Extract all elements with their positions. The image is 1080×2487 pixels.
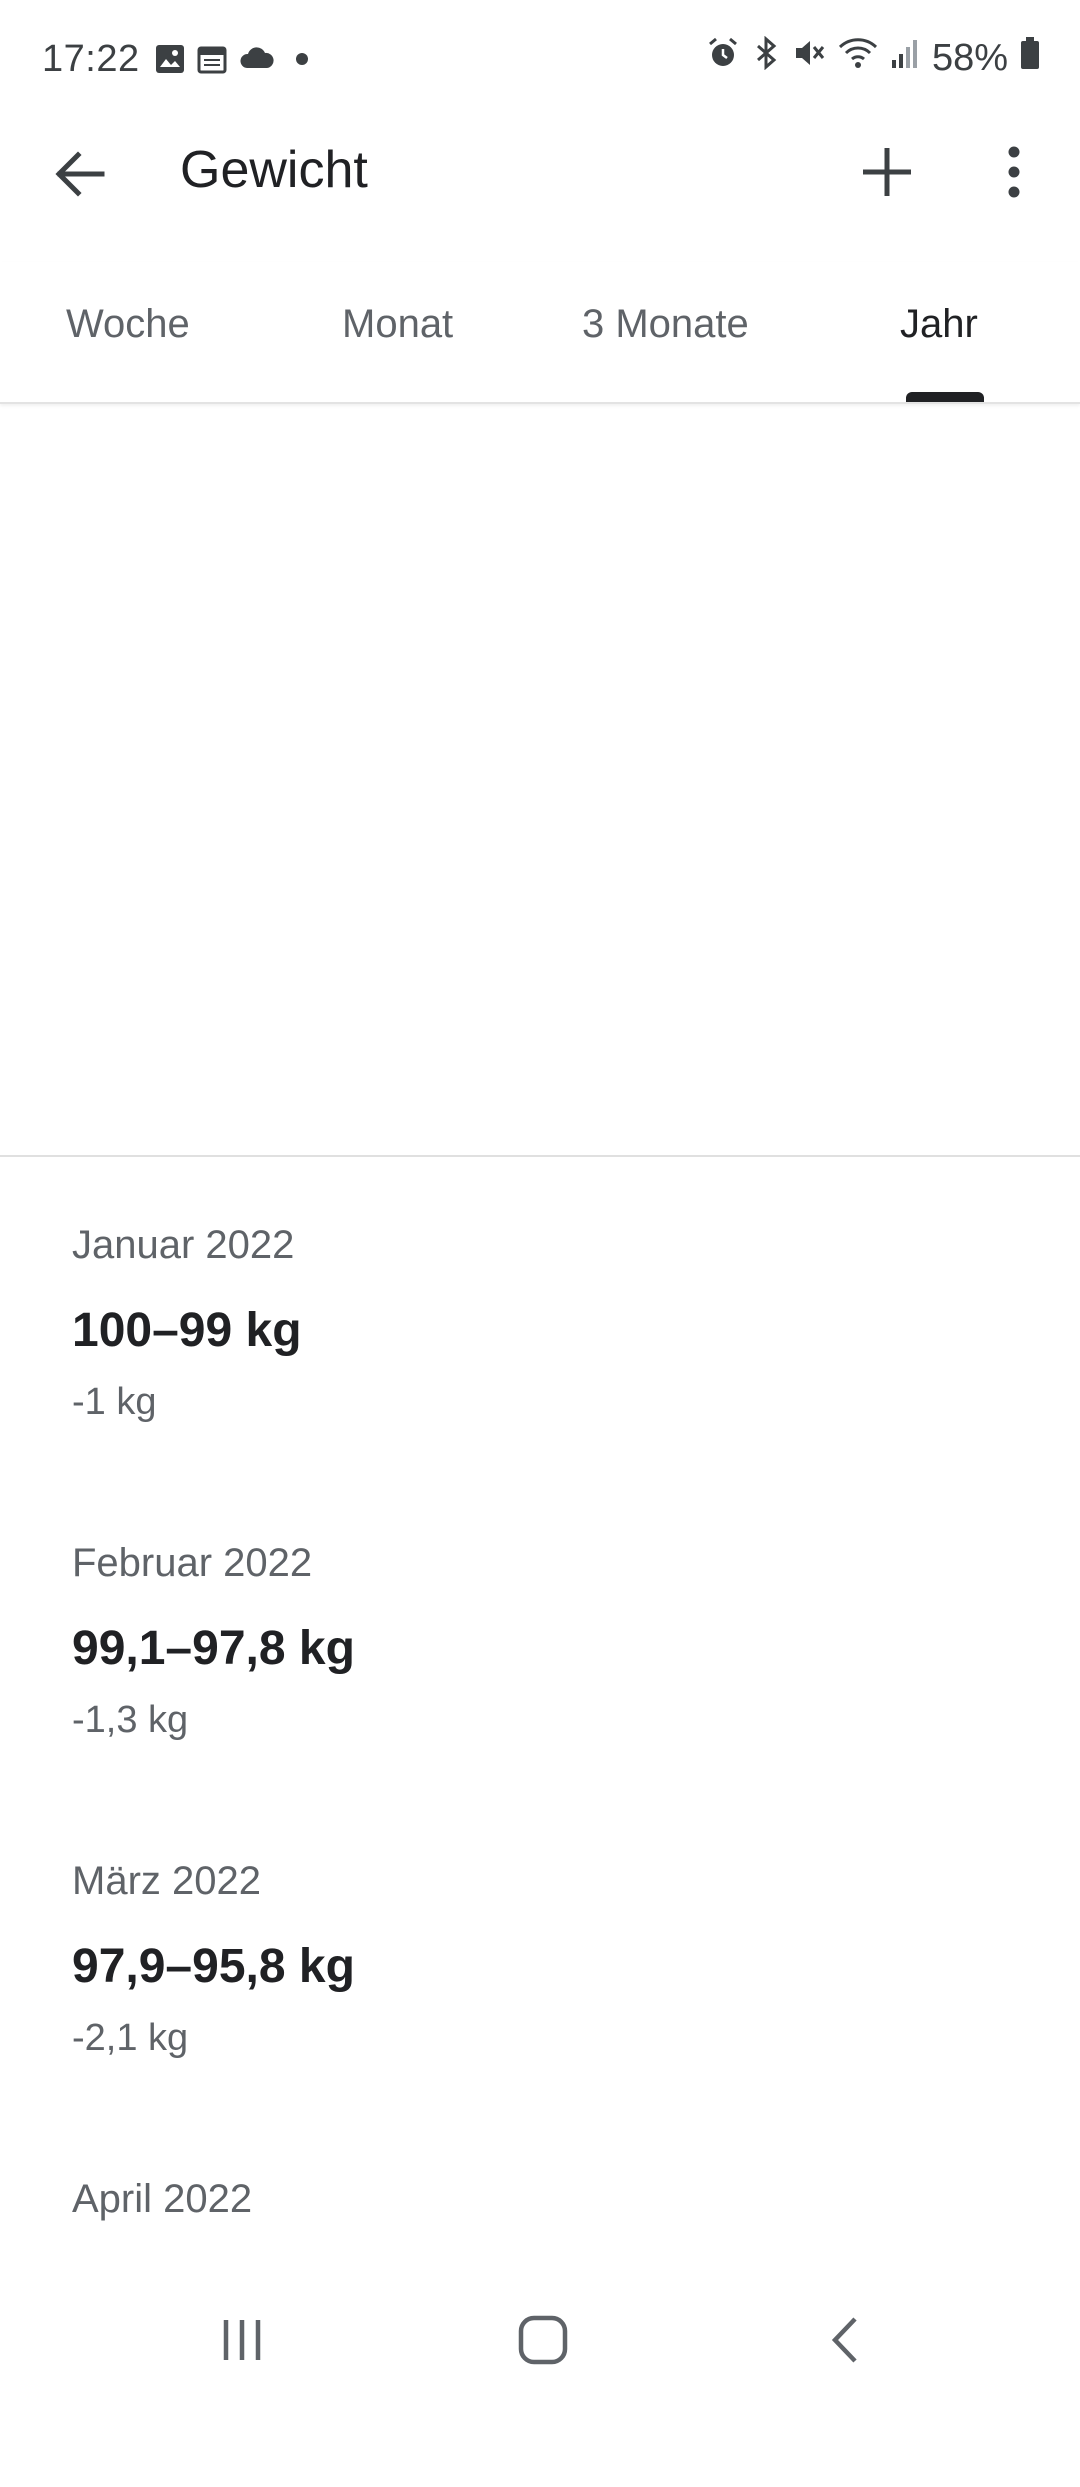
chart-area [0, 404, 1080, 1154]
status-bar: 17:22 58% [0, 0, 1080, 120]
entry-range: 97,9–95,8 kg [72, 1940, 355, 1993]
entry-change: -1 kg [72, 1381, 157, 1423]
entry-month: April 2022 [72, 2177, 253, 2221]
tab-week[interactable]: Woche [66, 302, 190, 347]
mute-icon [792, 36, 826, 80]
recent-apps-icon [223, 2320, 261, 2360]
calendar-icon [197, 44, 227, 79]
home-button[interactable] [503, 2300, 583, 2380]
system-nav-bar [0, 2260, 1080, 2400]
page-title: Gewicht [180, 141, 368, 199]
entry-month: Januar 2022 [72, 1223, 295, 1267]
entry-range: 100–99 kg [72, 1304, 302, 1357]
entry-month: Februar 2022 [72, 1541, 313, 1585]
app-bar: Gewicht [0, 120, 1080, 225]
entry-range: 99,1–97,8 kg [72, 1622, 355, 1675]
list-item[interactable]: Februar 2022 99,1–97,8 kg -1,3 kg [72, 1533, 1032, 1851]
arrow-left-icon [55, 151, 105, 197]
status-left-icons [155, 44, 317, 79]
battery-icon [1020, 36, 1040, 80]
status-right-icons: 58% [706, 35, 1040, 80]
more-vert-icon [1008, 146, 1020, 198]
recent-apps-button[interactable] [202, 2300, 282, 2380]
period-tabs: Woche Monat 3 Monate Jahr [0, 262, 1080, 404]
bluetooth-icon [752, 35, 780, 80]
dot-icon [287, 44, 317, 79]
entry-month: März 2022 [72, 1859, 261, 1903]
alarm-icon [706, 36, 740, 80]
tab-indicator [906, 392, 984, 402]
tab-3-months[interactable]: 3 Monate [582, 302, 749, 347]
more-options-button[interactable] [984, 142, 1044, 202]
chevron-left-icon [831, 2317, 857, 2363]
list-item[interactable]: März 2022 97,9–95,8 kg -2,1 kg [72, 1851, 1032, 2169]
signal-icon [890, 36, 920, 80]
image-icon [155, 44, 185, 79]
tab-year[interactable]: Jahr [900, 302, 978, 347]
tab-month[interactable]: Monat [342, 302, 453, 347]
wifi-icon [838, 36, 878, 80]
entry-change: -1,3 kg [72, 1699, 189, 1741]
entry-change: -2,1 kg [72, 2017, 189, 2059]
cloud-icon [239, 44, 275, 79]
back-button[interactable] [50, 144, 110, 204]
add-button[interactable] [857, 142, 917, 202]
system-back-button[interactable] [806, 2300, 886, 2380]
status-time: 17:22 [42, 38, 140, 80]
battery-percent: 58% [931, 36, 1008, 79]
plus-icon [863, 148, 911, 196]
divider [0, 1155, 1080, 1157]
list-item[interactable]: Januar 2022 100–99 kg -1 kg [72, 1215, 1032, 1533]
home-icon [518, 2315, 568, 2365]
